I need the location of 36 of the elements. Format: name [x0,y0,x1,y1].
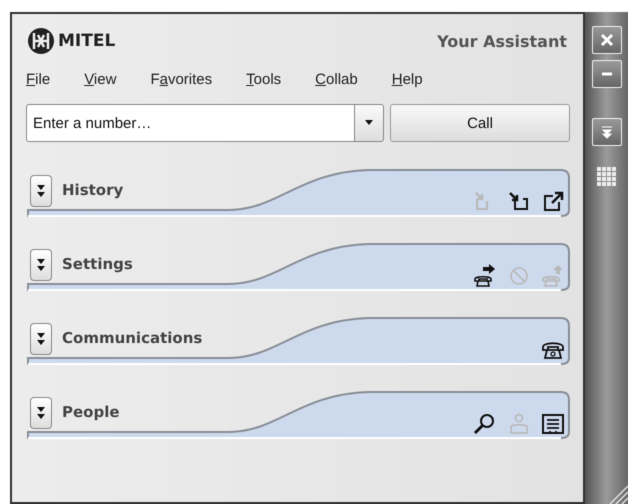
search-icon[interactable] [473,412,497,436]
outbox-arrow-icon[interactable] [541,190,565,214]
logo-icon [26,26,56,56]
directory-icon[interactable] [541,412,565,436]
double-caret-icon [36,332,46,346]
dropdown-button[interactable] [354,104,384,142]
minimize-button[interactable] [592,60,622,88]
close-icon [600,33,614,47]
number-field[interactable]: Enter a number… [26,104,354,142]
window-title: Your Assistant [437,32,567,50]
section-title: Communications [62,329,202,347]
double-caret-icon [36,258,46,272]
brand-name: MITEL [58,31,116,51]
section-title: History [62,181,124,199]
menu-item[interactable]: File [26,70,50,88]
section-title: People [62,403,120,421]
menu-item[interactable]: Collab [315,70,358,88]
expand-button[interactable] [30,175,52,207]
double-caret-icon [600,125,612,139]
menu-item[interactable]: Tools [246,70,282,88]
close-button[interactable] [592,26,622,54]
call-button[interactable]: Call [390,104,570,142]
menu-item[interactable]: View [84,70,116,88]
phone-arrow-icon[interactable] [473,264,497,288]
expand-button[interactable] [30,397,52,429]
expand-button[interactable] [30,249,52,281]
collapse-button[interactable] [592,118,622,146]
double-caret-icon [36,406,46,420]
menu-item[interactable]: Help [392,70,423,88]
menu-item[interactable]: Favorites [150,70,212,88]
minimize-icon [600,72,612,76]
section-title: Settings [62,255,133,273]
caret-icon [364,120,374,126]
expand-button[interactable] [30,323,52,355]
keypad-icon[interactable] [596,166,618,188]
double-caret-icon [36,184,46,198]
